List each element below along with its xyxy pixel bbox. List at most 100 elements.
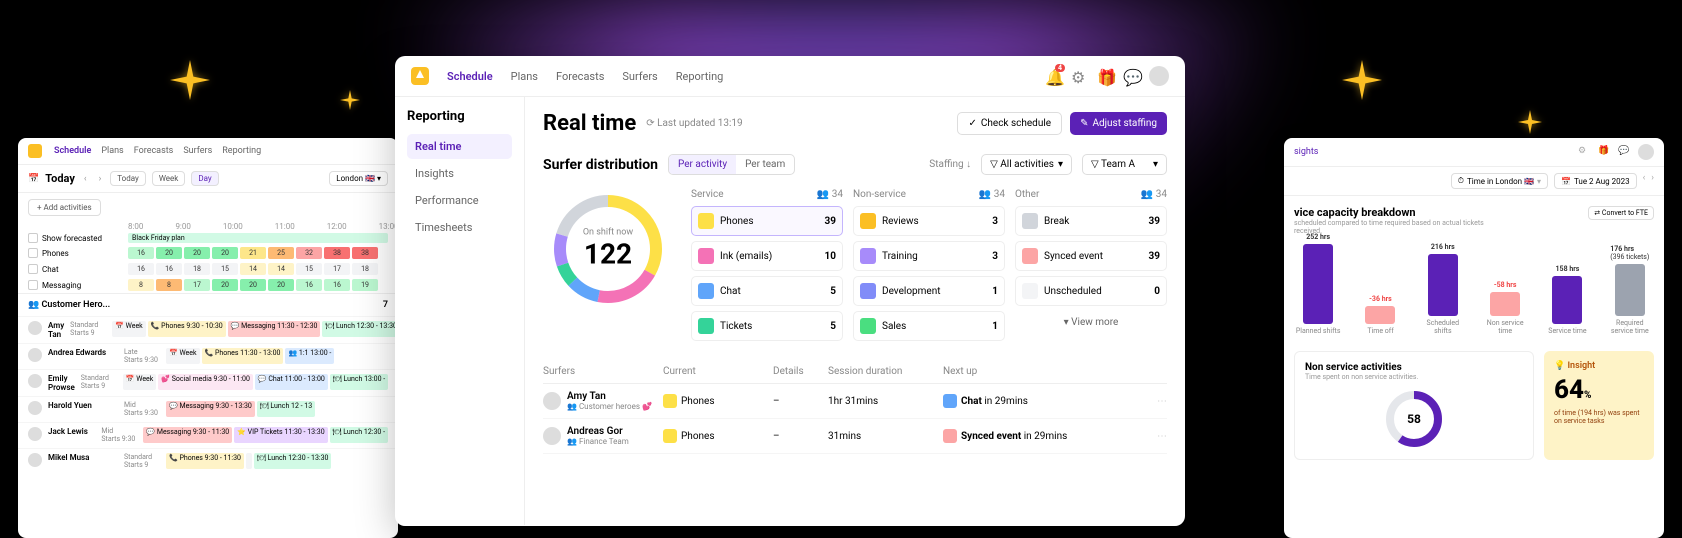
shift-block[interactable]: 🍽 Lunch 12:30 - <box>330 427 388 443</box>
more-icon[interactable]: ⋯ <box>1157 431 1167 442</box>
nav-schedule[interactable]: Schedule <box>54 146 91 156</box>
shift-block[interactable]: 📅 Week <box>123 374 157 390</box>
activity-item[interactable]: Tickets5 <box>691 311 843 341</box>
location-select[interactable]: London 🇬🇧 ▾ <box>329 171 388 186</box>
donut-value: 122 <box>583 238 633 271</box>
gear-icon[interactable]: ⚙ <box>1071 68 1087 84</box>
today-button[interactable]: Today <box>110 171 146 186</box>
nav-plans[interactable]: Plans <box>101 146 123 156</box>
shift-block[interactable]: 👥 1:1 13:00 - <box>285 348 334 364</box>
nav-surfers[interactable]: Surfers <box>183 146 212 156</box>
gift-icon[interactable]: 🎁 <box>1097 68 1113 84</box>
date-select[interactable]: 📅 Tue 2 Aug 2023 <box>1554 173 1637 189</box>
check-schedule-button[interactable]: ✓ Check schedule <box>957 112 1062 135</box>
activities-filter[interactable]: ▽ All activities▾ <box>981 154 1072 175</box>
heatmap-cell: 20 <box>212 279 238 291</box>
chat-icon[interactable]: 💬 <box>1618 146 1630 158</box>
logo-icon <box>411 67 429 85</box>
surfer-role: 👥 Customer heroes 💕 <box>567 402 652 411</box>
nav-insights[interactable]: sights <box>1294 147 1318 157</box>
shift-block[interactable]: 💬 Chat 11:00 - 13:00 <box>255 374 328 390</box>
shift-block[interactable]: 💬 Messaging 11:30 - 12:30 <box>228 321 321 337</box>
bar-rect <box>1428 254 1458 316</box>
sidebar-item-performance[interactable]: Performance <box>407 188 512 213</box>
activity-item[interactable]: Break39 <box>1015 206 1167 236</box>
shift-block[interactable]: 🍽 Lunch 12:30 - 13:30 <box>254 453 332 469</box>
view-more-button[interactable]: ▾ View more <box>1015 311 1167 334</box>
staffing-sort[interactable]: Staffing ↓ <box>929 159 971 170</box>
shift-block[interactable]: 💬 Messaging 9:30 - 11:30 <box>143 427 232 443</box>
convert-fte-button[interactable]: ⇄ Convert to FTE <box>1588 206 1654 220</box>
bell-icon[interactable]: 🔔4 <box>1045 68 1061 84</box>
day-button[interactable]: Day <box>191 171 218 186</box>
sidebar-item-timesheets[interactable]: Timesheets <box>407 215 512 240</box>
chat-icon[interactable]: 💬 <box>1123 68 1139 84</box>
sidebar-item-realtime[interactable]: Real time <box>407 134 512 159</box>
nav-reporting[interactable]: Reporting <box>222 146 261 156</box>
heatmap-cell: 20 <box>240 279 266 291</box>
checkbox[interactable] <box>28 233 38 243</box>
nav-forecasts[interactable]: Forecasts <box>134 146 174 156</box>
activity-icon <box>860 283 876 299</box>
checkbox[interactable] <box>28 264 38 274</box>
activity-item[interactable]: Ink (emails)10 <box>691 241 843 271</box>
timezone-select[interactable]: ⏱ Time in London 🇬🇧 ▾ <box>1451 173 1548 189</box>
shift-block[interactable]: 📞 Phones 9:30 - 11:30 <box>166 453 244 469</box>
activity-icon <box>698 283 714 299</box>
shift-block[interactable]: 💬 Messaging 9:30 - 13:30 <box>166 401 255 417</box>
shift-block[interactable]: 🍽 Lunch 13:00 - <box>330 374 388 390</box>
gear-icon[interactable]: ⚙ <box>1578 146 1590 158</box>
bar-value: 252 hrs <box>1306 233 1330 241</box>
team-filter[interactable]: ▽ Team A▾ <box>1082 154 1167 175</box>
checkbox[interactable] <box>28 280 38 290</box>
shift-block[interactable]: 📞 Phones 9:30 - 10:30 <box>148 321 226 337</box>
shift-block[interactable]: 🍽 Lunch 12 - 13 <box>257 401 315 417</box>
more-icon[interactable]: ⋯ <box>1157 396 1167 407</box>
activity-item[interactable]: Chat5 <box>691 276 843 306</box>
nav-surfers[interactable]: Surfers <box>622 70 657 83</box>
calendar-icon: 📅 <box>28 174 39 184</box>
sidebar-item-insights[interactable]: Insights <box>407 161 512 186</box>
shift-block[interactable]: ⭐ VIP Tickets 11:30 - 13:30 <box>234 427 327 443</box>
team-section-header[interactable]: 👥 Customer Hero... 7 <box>18 293 398 316</box>
activity-item[interactable]: Synced event39 <box>1015 241 1167 271</box>
activity-item[interactable]: Development1 <box>853 276 1005 306</box>
tab-per-team[interactable]: Per team <box>736 155 794 174</box>
shift-block[interactable]: 🍽 Lunch 12:30 - 13:30 <box>322 321 398 337</box>
nav-schedule[interactable]: Schedule <box>447 70 493 83</box>
nav: sights <box>1294 147 1318 157</box>
shift-block[interactable]: 💕 Social media 9:30 - 11:00 <box>158 374 253 390</box>
shift-block[interactable] <box>246 453 252 469</box>
avatar[interactable] <box>1149 66 1169 86</box>
bar-rect <box>1303 244 1333 324</box>
add-activities-button[interactable]: + Add activities <box>28 199 101 216</box>
next-icon[interactable]: › <box>96 174 105 184</box>
nav-plans[interactable]: Plans <box>511 70 538 83</box>
person-name: Amy Tan <box>48 321 64 339</box>
activity-label: Sales <box>882 321 986 332</box>
activity-item[interactable]: Reviews3 <box>853 206 1005 236</box>
activity-item[interactable]: Unscheduled0 <box>1015 276 1167 306</box>
adjust-staffing-button[interactable]: ✎ Adjust staffing <box>1070 112 1167 135</box>
shift-block[interactable]: 📅 Week <box>112 321 146 337</box>
nav-reporting[interactable]: Reporting <box>676 70 724 83</box>
activity-value: 39 <box>825 216 836 227</box>
gift-icon[interactable]: 🎁 <box>1598 146 1610 158</box>
shift-block[interactable]: 📅 Week <box>166 348 200 364</box>
checkbox[interactable] <box>28 248 38 258</box>
prev-icon[interactable]: ‹ <box>1643 173 1646 189</box>
next-icon[interactable]: › <box>1651 173 1654 189</box>
session-duration: 1hr 31mins <box>828 396 943 407</box>
activity-item[interactable]: Training3 <box>853 241 1005 271</box>
activity-icon <box>1022 213 1038 229</box>
activity-item[interactable]: Phones39 <box>691 206 843 236</box>
heatmap-cell: 20 <box>156 247 182 259</box>
tab-per-activity[interactable]: Per activity <box>669 155 736 174</box>
prev-icon[interactable]: ‹ <box>81 174 90 184</box>
shift-block[interactable]: 📞 Phones 11:30 - 13:00 <box>202 348 284 364</box>
nav-forecasts[interactable]: Forecasts <box>556 70 604 83</box>
week-button[interactable]: Week <box>152 171 186 186</box>
avatar[interactable] <box>1638 144 1654 160</box>
bar: -36 hrsTime off <box>1356 295 1404 335</box>
activity-item[interactable]: Sales1 <box>853 311 1005 341</box>
